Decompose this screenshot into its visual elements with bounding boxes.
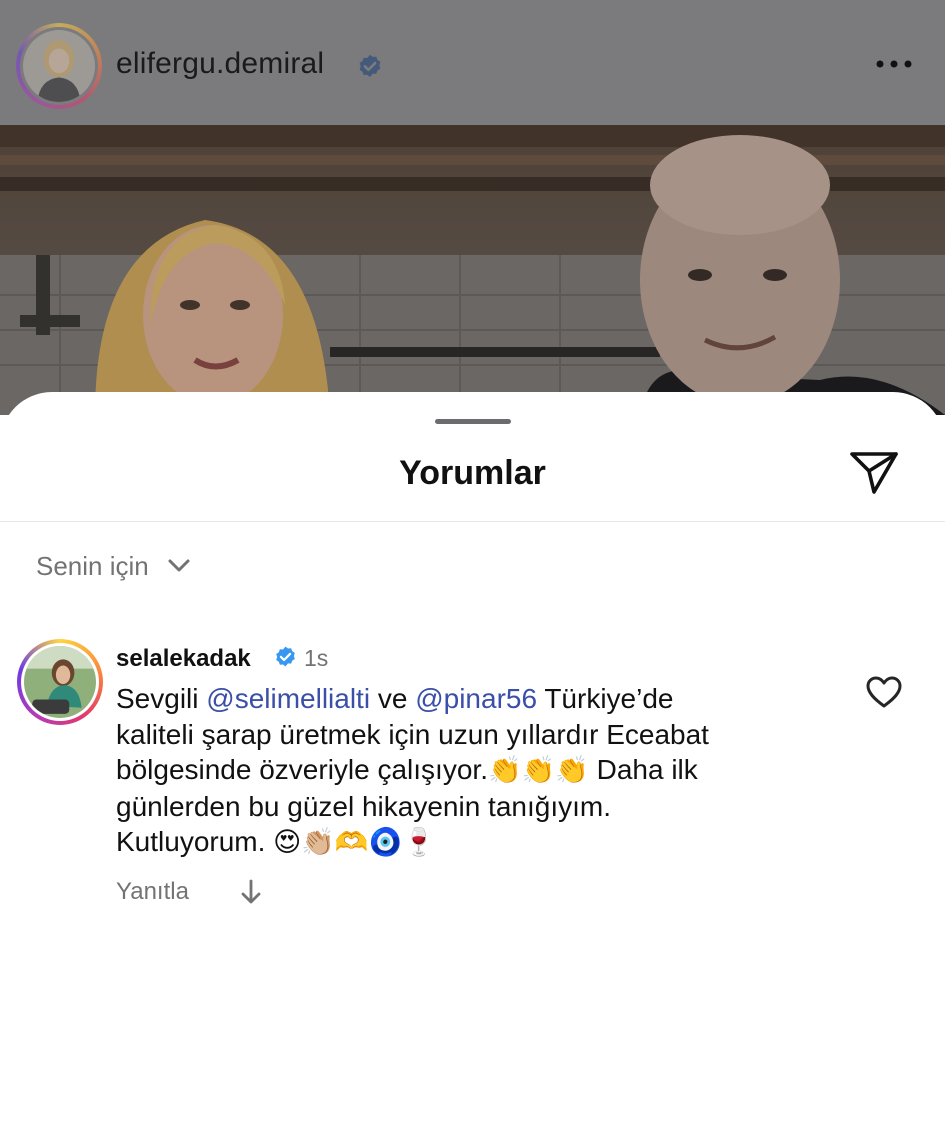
sheet-divider <box>0 521 945 522</box>
chevron-down-icon <box>168 559 190 572</box>
sheet-grabber[interactable] <box>435 419 511 424</box>
mention-link[interactable]: @selimellialti <box>206 683 370 714</box>
comment-timestamp: 1s <box>304 645 329 671</box>
more-horizontal-icon[interactable] <box>872 54 916 74</box>
comment-line: Sevgili @selimellialti ve @pinar56 Türki… <box>116 681 816 717</box>
verified-badge-icon <box>356 53 384 81</box>
post-author-avatar[interactable] <box>16 23 102 109</box>
comments-sheet: Yorumlar Senin için selalekadak 1s Sevgi… <box>0 392 945 1142</box>
comment-line: Kutluyorum. 😍👏🏼🫶🧿🍷 <box>116 824 816 861</box>
arrow-down-icon[interactable] <box>240 878 262 906</box>
verified-badge-icon <box>273 645 298 670</box>
comment-text-segment: ve <box>370 683 416 714</box>
comment-text-segment: günlerden bu güzel hikayenin tanığıyım. <box>116 790 611 822</box>
sheet-title: Yorumlar <box>399 454 546 492</box>
send-icon[interactable] <box>848 448 900 496</box>
emoji-group: 😍👏🏼🫶🧿🍷 <box>273 827 436 858</box>
comment-text-segment: Sevgili <box>116 683 207 714</box>
sort-dropdown[interactable]: Senin için <box>36 550 191 582</box>
comment-line: kaliteli şarap üretmek için uzun yıllard… <box>116 717 816 753</box>
reply-button[interactable]: Yanıtla <box>116 878 189 906</box>
comment-text-segment: Türkiye’de <box>537 683 674 714</box>
commenter-avatar[interactable] <box>17 639 103 725</box>
comment-text: Sevgili @selimellialti ve @pinar56 Türki… <box>116 681 816 861</box>
post-photo <box>0 125 945 415</box>
comment-line: bölgesinde özveriyle çalışıyor.👏👏👏 Daha … <box>116 752 816 789</box>
heart-outline-icon[interactable] <box>865 675 903 709</box>
clapping-hands-emoji: 👏👏👏 <box>487 755 589 786</box>
comment-line: günlerden bu güzel hikayenin tanığıyım. <box>116 789 816 825</box>
comment-text-segment: kaliteli şarap üretmek için uzun yıllard… <box>116 718 709 750</box>
comment-text-segment: Daha ilk <box>588 754 698 785</box>
commenter-username[interactable]: selalekadak <box>116 645 251 673</box>
post-header: elifergu.demiral <box>0 0 945 125</box>
comment-text-segment: bölgesinde özveriyle çalışıyor. <box>116 754 488 785</box>
post-author-username[interactable]: elifergu.demiral <box>116 47 324 81</box>
mention-link[interactable]: @pinar56 <box>415 683 537 714</box>
sort-label: Senin için <box>36 550 149 581</box>
comment-text-segment: Kutluyorum. <box>116 826 274 857</box>
